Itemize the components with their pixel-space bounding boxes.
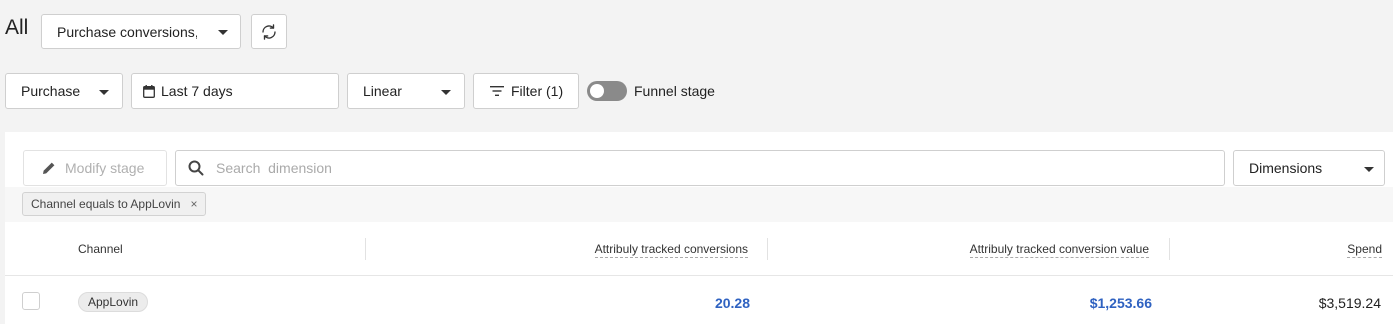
chevron-down-icon	[441, 90, 451, 95]
refresh-button[interactable]	[251, 14, 287, 49]
metric-select-label: Purchase conversions, by	[57, 23, 197, 40]
search-input[interactable]	[216, 160, 1116, 176]
filter-chip[interactable]: Channel equals to AppLovin ×	[22, 192, 207, 216]
toggle-knob	[590, 84, 604, 98]
calendar-icon	[143, 84, 155, 98]
model-select-label: Linear	[363, 83, 402, 99]
column-divider	[365, 238, 366, 260]
channel-tag: AppLovin	[78, 292, 149, 312]
column-divider	[1169, 238, 1170, 260]
metric-select[interactable]: Purchase conversions, by	[41, 14, 241, 49]
filter-icon	[490, 86, 504, 96]
pencil-icon	[43, 162, 55, 174]
refresh-icon	[262, 23, 276, 40]
date-range-picker[interactable]: Last 7 days	[131, 73, 339, 109]
column-divider	[767, 238, 768, 260]
column-header-conversions[interactable]: Attribuly tracked conversions	[594, 242, 748, 258]
modify-stage-label: Modify stage	[65, 160, 145, 176]
attribution-model-select[interactable]: Linear	[347, 73, 465, 109]
active-filters-bar	[5, 187, 1393, 222]
chevron-down-icon	[99, 90, 109, 95]
header-divider	[5, 275, 1393, 276]
page-title: All	[5, 16, 29, 39]
close-icon[interactable]: ×	[190, 197, 197, 211]
filter-button[interactable]: Filter (1)	[473, 73, 579, 109]
dimension-search[interactable]	[175, 150, 1225, 186]
chevron-down-icon	[218, 30, 228, 35]
column-header-channel[interactable]: Channel	[78, 242, 123, 256]
filter-chip-label: Channel equals to AppLovin	[31, 197, 181, 211]
event-select-label: Purchase	[21, 83, 81, 99]
search-icon	[188, 160, 204, 176]
filter-label: Filter (1)	[511, 83, 564, 99]
modify-stage-button[interactable]: Modify stage	[23, 150, 167, 186]
funnel-stage-toggle[interactable]	[587, 81, 627, 101]
column-header-spend[interactable]: Spend	[1347, 242, 1382, 258]
date-range-label: Last 7 days	[161, 83, 233, 99]
dimensions-select[interactable]: Dimensions	[1233, 150, 1385, 186]
dimensions-label: Dimensions	[1249, 160, 1323, 176]
conversions-value[interactable]: 20.28	[715, 295, 750, 311]
conversion-value-amount[interactable]: $1,253.66	[1090, 295, 1152, 311]
funnel-stage-label: Funnel stage	[634, 83, 715, 99]
chevron-down-icon	[1364, 167, 1374, 172]
row-checkbox[interactable]	[22, 292, 40, 310]
column-header-conversion-value[interactable]: Attribuly tracked conversion value	[969, 242, 1149, 258]
event-select[interactable]: Purchase	[5, 73, 123, 109]
spend-value: $3,519.24	[1318, 295, 1381, 311]
